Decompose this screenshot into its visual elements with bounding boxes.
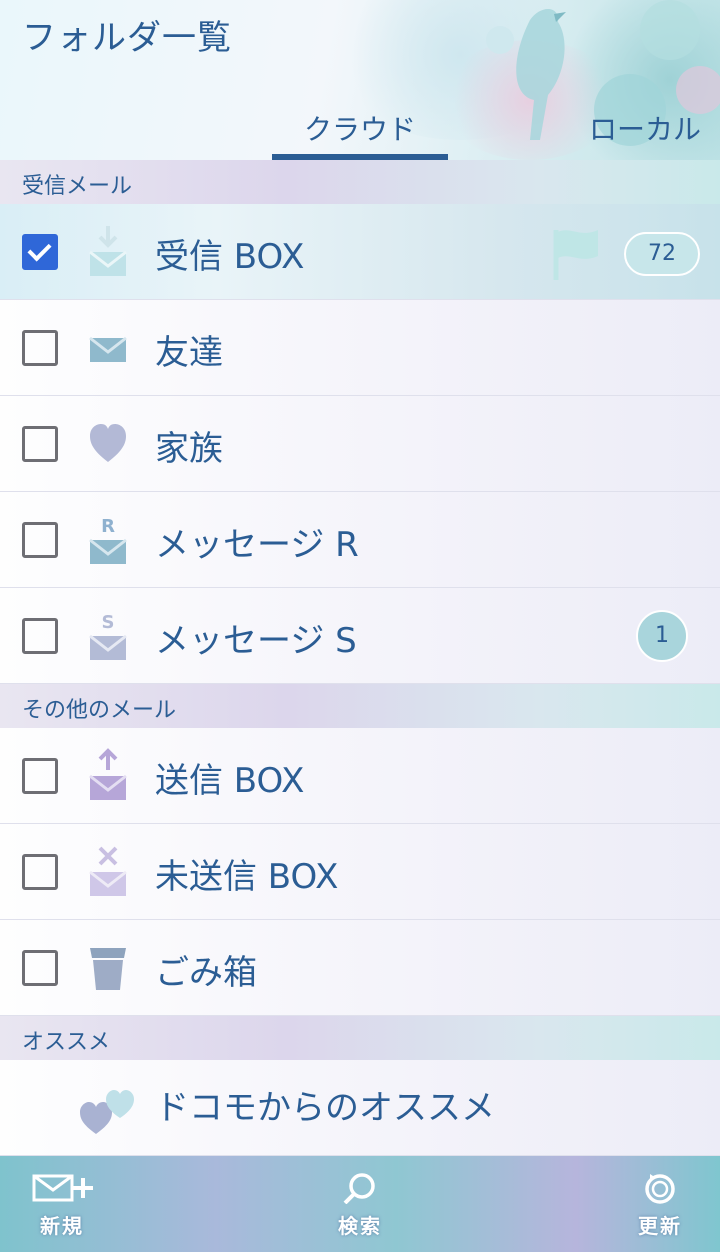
unread-count-badge: 72 — [624, 232, 700, 276]
folder-checkbox[interactable] — [22, 758, 58, 794]
section-title: 受信メール — [22, 174, 133, 199]
folder-checkbox[interactable] — [22, 522, 58, 558]
folder-row-inbox[interactable]: 受信 BOX 72 — [0, 204, 720, 300]
bottom-toolbar: 新規 検索 更新 — [0, 1156, 720, 1252]
new-mail-label: 新規 — [40, 1214, 84, 1238]
section-header-other-mail: その他のメール — [0, 684, 720, 728]
section-title: オススメ — [22, 1030, 111, 1055]
double-heart-icon — [80, 1090, 134, 1134]
folder-row-trash[interactable]: ごみ箱 — [0, 920, 720, 1016]
folder-label: メッセージ S — [155, 621, 357, 661]
app-header: フォルダ一覧 クラウド ローカル — [0, 0, 720, 160]
folder-label: 未送信 BOX — [155, 857, 339, 897]
search-label: 検索 — [338, 1214, 382, 1238]
svg-text:S: S — [102, 612, 115, 633]
folder-label: 送信 BOX — [155, 761, 305, 801]
refresh-icon — [645, 1174, 675, 1204]
envelope-r-icon: R — [89, 516, 127, 564]
folder-label: メッセージ R — [155, 525, 359, 565]
folder-checkbox[interactable] — [22, 854, 58, 890]
unread-count-badge: 1 — [636, 610, 688, 662]
folder-row-friends[interactable]: 友達 — [0, 300, 720, 396]
tab-local[interactable]: ローカル — [560, 108, 720, 148]
folder-row-family[interactable]: 家族 — [0, 396, 720, 492]
new-mail-icon — [32, 1174, 93, 1202]
folder-checkbox[interactable] — [22, 234, 58, 270]
envelope-s-icon: S — [89, 612, 127, 660]
folder-label: 家族 — [155, 429, 223, 469]
inbox-download-icon — [89, 226, 127, 276]
folder-checkbox[interactable] — [22, 426, 58, 462]
folder-row-message-r[interactable]: R メッセージ R — [0, 492, 720, 588]
refresh-label: 更新 — [638, 1214, 682, 1238]
search-button[interactable]: 検索 — [320, 1172, 400, 1239]
tab-cloud[interactable]: クラウド — [272, 108, 448, 148]
section-title: その他のメール — [22, 698, 177, 723]
folder-label: 受信 BOX — [155, 237, 305, 277]
folder-checkbox[interactable] — [22, 950, 58, 986]
folder-row-message-s[interactable]: S メッセージ S 1 — [0, 588, 720, 684]
folder-checkbox[interactable] — [22, 330, 58, 366]
folder-label: 友達 — [155, 333, 223, 373]
envelope-x-icon — [89, 846, 127, 896]
folder-checkbox[interactable] — [22, 618, 58, 654]
page-title: フォルダ一覧 — [22, 18, 232, 58]
folder-row-unsent[interactable]: 未送信 BOX — [0, 824, 720, 920]
section-header-inbox-mail: 受信メール — [0, 160, 720, 204]
svg-text:R: R — [101, 516, 115, 537]
recommend-row-docomo[interactable]: ドコモからのオススメ — [0, 1060, 720, 1156]
refresh-button[interactable]: 更新 — [620, 1172, 700, 1239]
section-header-recommend: オススメ — [0, 1016, 720, 1060]
new-mail-button[interactable]: 新規 — [22, 1172, 102, 1239]
folder-row-sent[interactable]: 送信 BOX — [0, 728, 720, 824]
flag-icon[interactable] — [550, 226, 602, 282]
search-icon — [343, 1173, 375, 1205]
folder-label: ごみ箱 — [155, 953, 257, 993]
envelope-icon — [89, 336, 127, 362]
recommend-label: ドコモからのオススメ — [155, 1088, 495, 1128]
heart-icon — [90, 424, 126, 462]
outbox-upload-icon — [89, 748, 127, 800]
trash-icon — [90, 948, 126, 990]
